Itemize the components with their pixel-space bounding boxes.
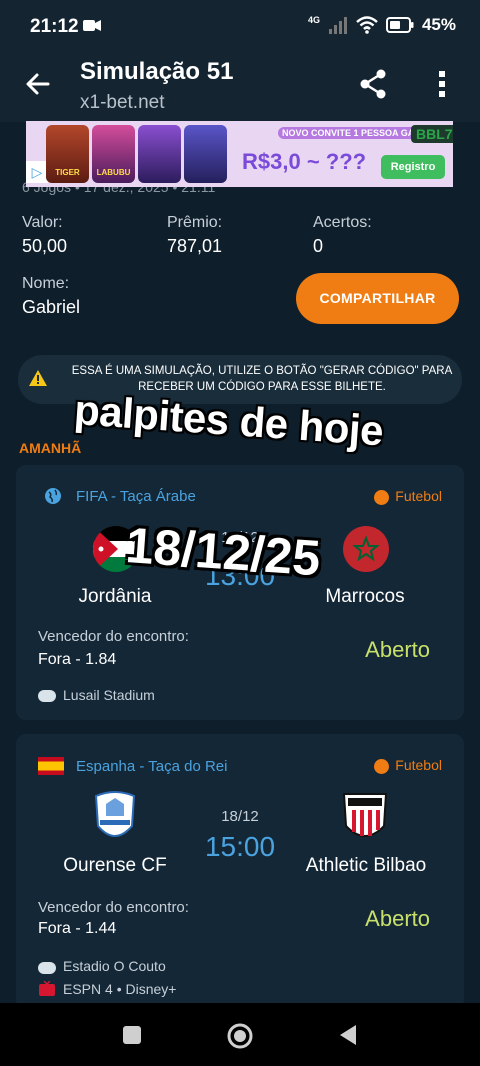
acertos-label: Acertos: <box>313 214 372 231</box>
warning-icon <box>29 370 47 386</box>
home-team: Ourense CF <box>63 855 167 876</box>
away-team: Marrocos <box>325 586 405 607</box>
status-bar: 21:12 4G 45% <box>0 0 480 52</box>
ad-register-button[interactable]: Registro <box>381 155 445 179</box>
ad-promo-main: R$3,0 ~ ??? <box>242 149 367 174</box>
nome-value: Gabriel <box>22 297 81 317</box>
acertos-value: 0 <box>313 236 324 256</box>
battery-percent: 45% <box>421 15 456 34</box>
competition-name: FIFA - Taça Árabe <box>76 488 196 505</box>
valor-value: 50,00 <box>22 236 68 256</box>
venue-name: Estadio O Couto <box>63 958 166 974</box>
stadium-icon <box>38 690 56 702</box>
recents-icon[interactable] <box>122 1025 142 1045</box>
ad-banner[interactable]: ▷ TIGER LABUBU NOVO CONVITE 1 PESSOA GAN… <box>26 121 453 187</box>
page-subtitle: x1-bet.net <box>80 92 165 113</box>
competition-name: Espanha - Taça do Rei <box>76 758 228 775</box>
bet-status: Aberto <box>365 637 430 662</box>
premio-value: 787,01 <box>167 236 223 256</box>
share-icon[interactable] <box>358 68 388 100</box>
app-header: Simulação 51 x1-bet.net <box>0 52 480 122</box>
match-date: 18/12 <box>221 808 259 825</box>
home-team: Jordânia <box>78 586 152 607</box>
battery-icon <box>385 17 414 33</box>
signal-icon <box>328 17 347 34</box>
back-arrow-icon[interactable] <box>22 68 54 100</box>
nome-label: Nome: <box>22 275 70 292</box>
system-nav-bar <box>0 1003 480 1066</box>
market-label: Vencedor do encontro: <box>38 899 189 916</box>
bet-status: Aberto <box>365 906 430 931</box>
ad-info-icon[interactable]: ▷ <box>26 161 48 183</box>
venue-name: Lusail Stadium <box>63 687 155 703</box>
market-label: Vencedor do encontro: <box>38 628 189 645</box>
football-icon <box>374 490 389 505</box>
status-time: 21:12 <box>30 16 79 37</box>
home-icon[interactable] <box>226 1022 254 1050</box>
bet-pick: Fora - 1.44 <box>38 920 117 937</box>
premio-label: Prêmio: <box>167 214 223 231</box>
video-camera-icon <box>83 20 101 31</box>
football-icon <box>374 759 389 774</box>
tv-icon <box>39 981 55 996</box>
share-button[interactable]: COMPARTILHAR <box>296 273 459 324</box>
spain-flag-icon <box>38 757 64 775</box>
wifi-icon <box>356 16 378 34</box>
stadium-icon <box>38 962 56 974</box>
away-team: Athletic Bilbao <box>305 855 427 876</box>
tv-channels: ESPN 4 • Disney+ <box>63 981 177 997</box>
match-card[interactable]: Espanha - Taça do Rei Futebol 18/12 15:0… <box>16 734 464 1009</box>
globe-icon <box>45 488 61 504</box>
back-icon[interactable] <box>338 1024 358 1046</box>
network-label: 4G <box>307 15 320 25</box>
match-card[interactable]: FIFA - Taça Árabe Futebol 18/12 13:00 Jo… <box>16 465 464 720</box>
section-label: AMANHÃ <box>19 440 82 456</box>
more-options-icon[interactable] <box>432 68 452 100</box>
ad-game-tile: LABUBU <box>92 125 135 183</box>
ad-game-tile: TIGER <box>46 125 89 183</box>
status-icons: 4G 45% <box>308 15 456 35</box>
bet-pick: Fora - 1.84 <box>38 651 117 668</box>
valor-label: Valor: <box>22 214 63 231</box>
sport-name: Futebol <box>395 488 442 504</box>
ad-game-tile <box>184 125 227 183</box>
ad-brand: BBL77 <box>411 125 453 143</box>
page-title: Simulação 51 <box>80 58 234 85</box>
ad-game-tile <box>138 125 181 183</box>
sport-name: Futebol <box>395 757 442 773</box>
